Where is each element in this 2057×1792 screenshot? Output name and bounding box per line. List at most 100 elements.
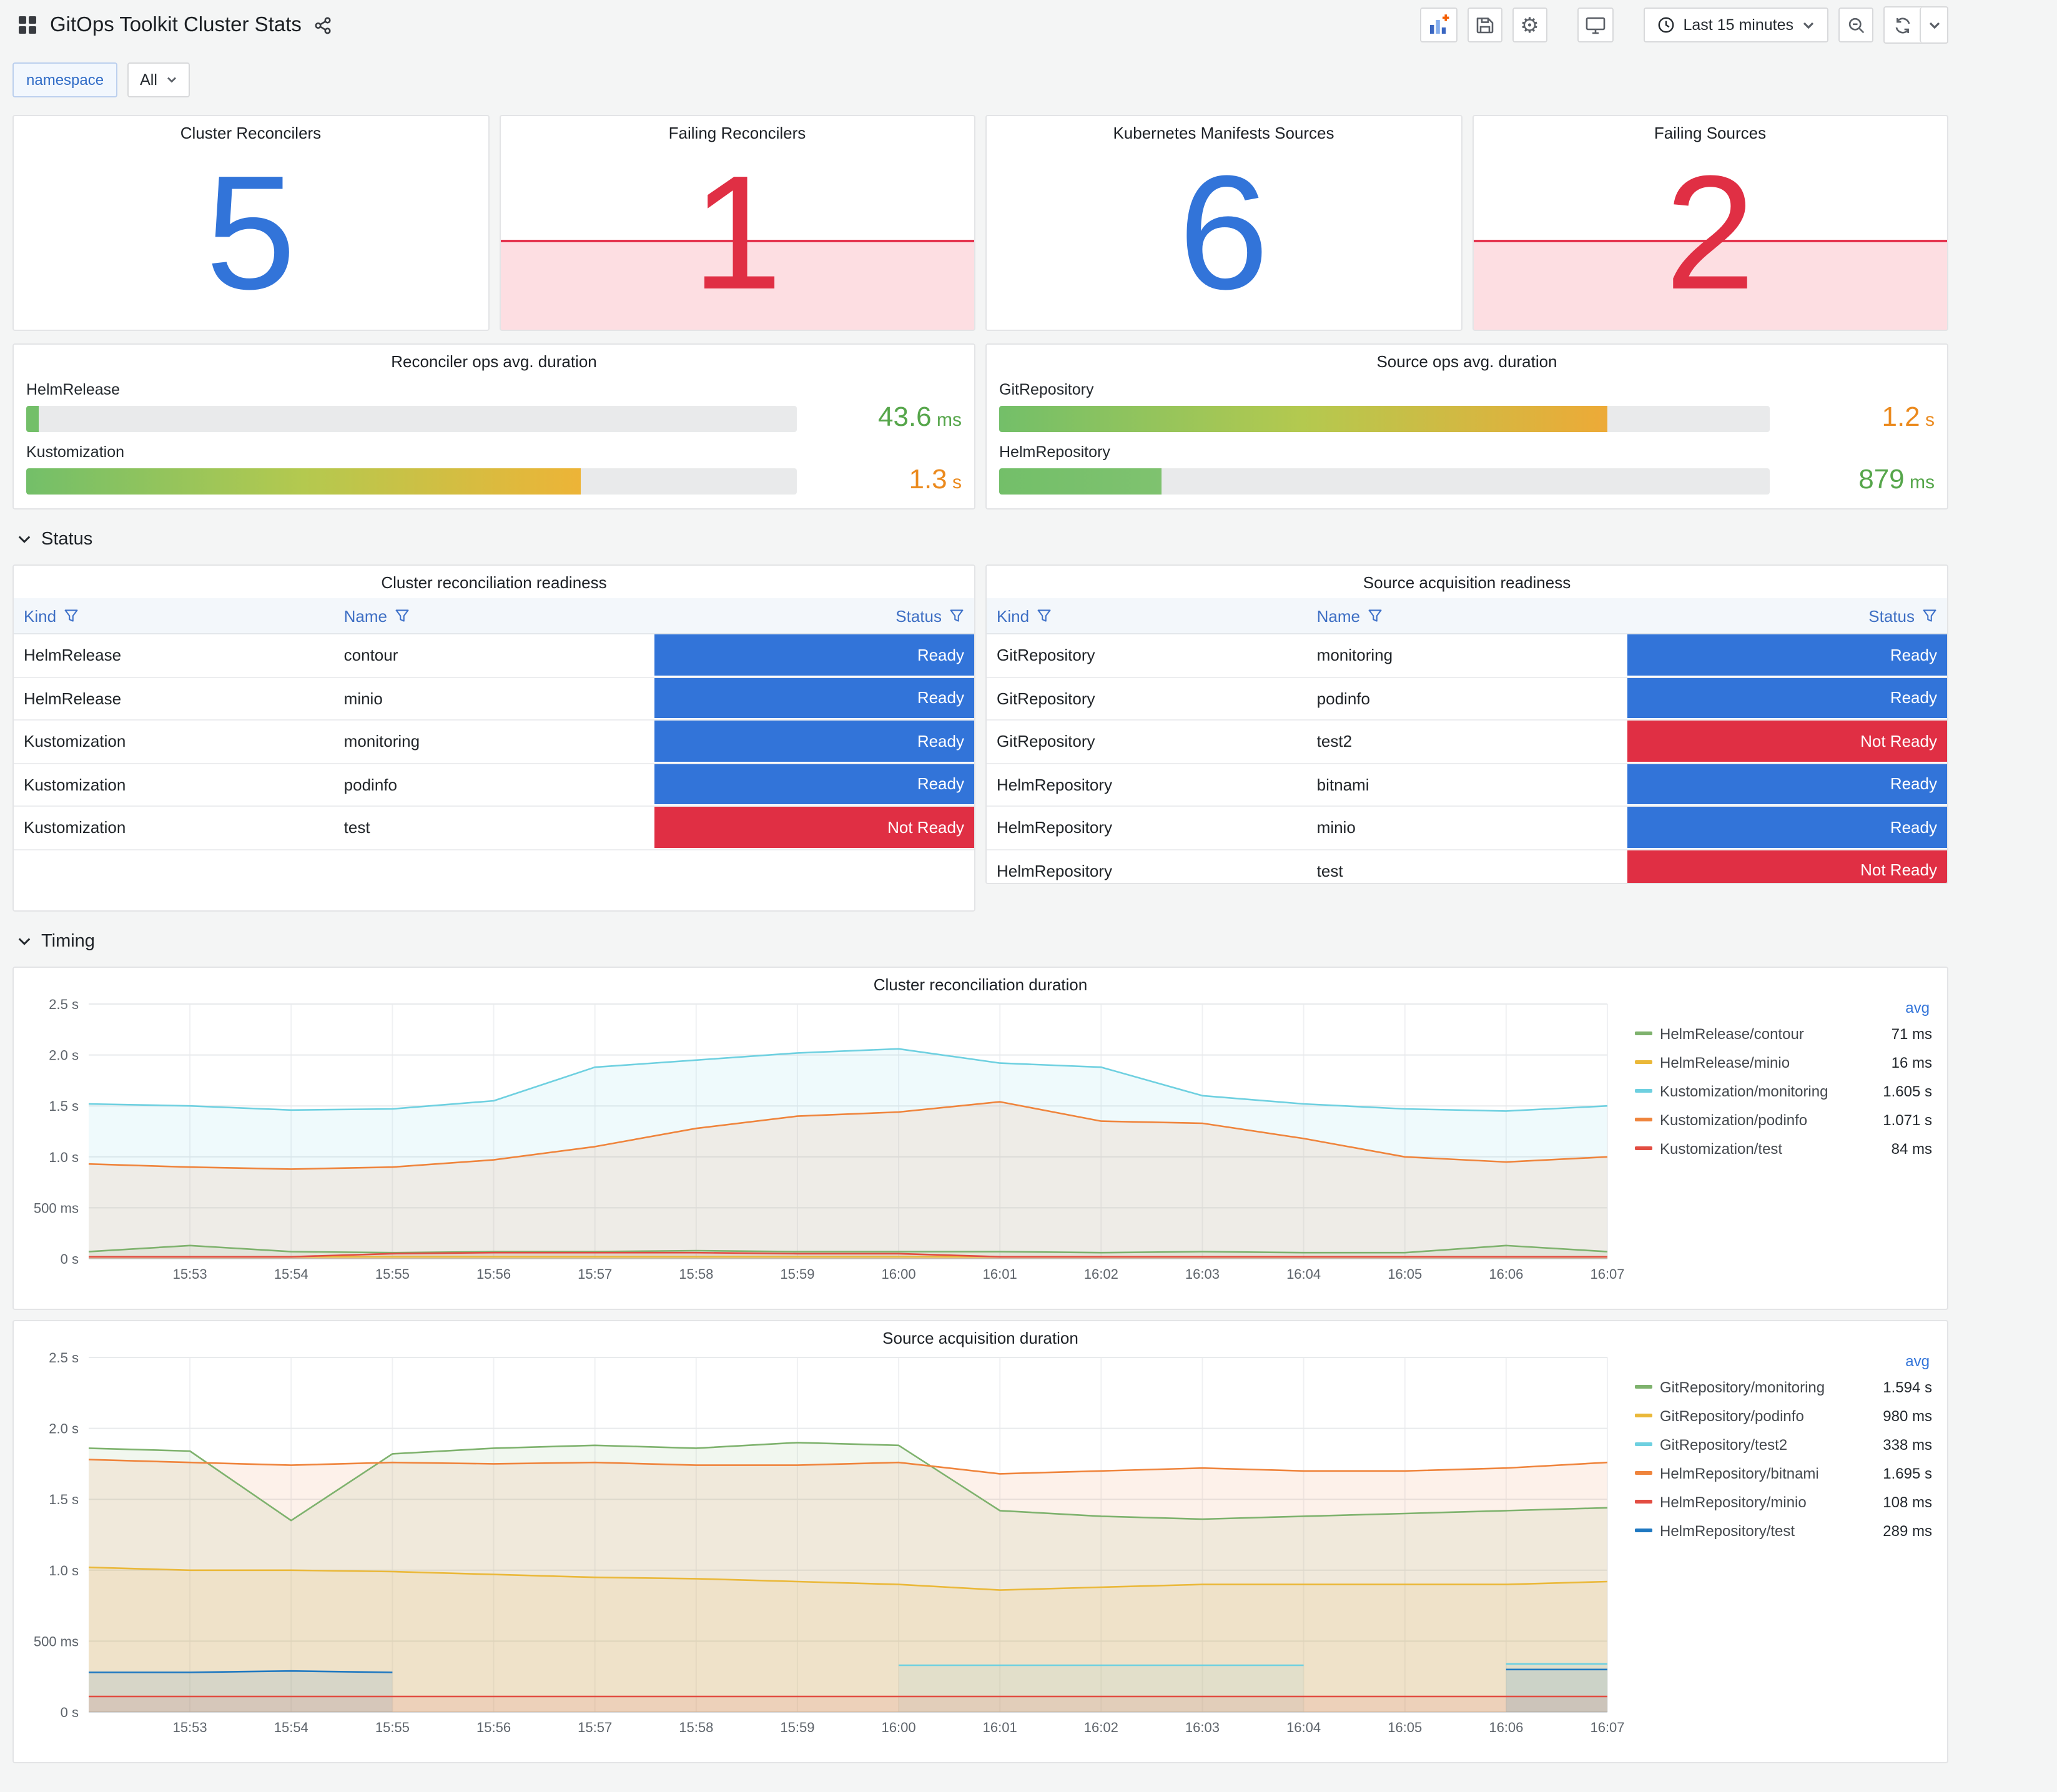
cell-name: contour [343,646,398,665]
series-color-icon [1635,1060,1652,1064]
bargauge-row: Kustomization 1.3 s [26,443,962,496]
column-header-name[interactable]: Name [334,598,654,633]
column-header-status[interactable]: Status [654,598,974,633]
legend-item[interactable]: HelmRepository/test 289 ms [1635,1516,1932,1545]
variable-value-dropdown[interactable]: All [127,62,190,97]
bargauge-panel: Reconciler ops avg. duration HelmRelease 4… [12,343,975,510]
clock-icon [1657,16,1675,34]
stat-value: 5 [205,140,296,323]
table-row: GitRepository podinfo Ready [987,677,1947,721]
add-panel-icon [1428,14,1450,36]
svg-text:16:03: 16:03 [1185,1266,1220,1282]
series-name: HelmRepository/minio [1660,1493,1807,1510]
legend-item[interactable]: GitRepository/monitoring 1.594 s [1635,1372,1932,1401]
add-panel-button[interactable] [1419,7,1458,42]
column-header-label: Kind [997,606,1030,625]
save-dashboard-button[interactable] [1467,7,1502,42]
series-avg-value: 71 ms [1891,1025,1932,1042]
panel-title: Source acquisition readiness [1363,573,1571,592]
dashboard-settings-button[interactable]: ⚙ [1512,7,1547,42]
cell-kind: HelmRelease [24,646,122,665]
svg-text:15:56: 15:56 [476,1266,511,1282]
filter-icon[interactable] [949,608,964,623]
share-icon[interactable] [314,16,333,34]
panel-title: Source acquisition duration [882,1329,1078,1347]
filter-icon[interactable] [1368,608,1383,623]
legend-item[interactable]: HelmRepository/bitnami 1.695 s [1635,1459,1932,1487]
time-range-picker[interactable]: Last 15 minutes [1643,7,1828,42]
cell-name: test [1316,861,1343,880]
svg-text:15:56: 15:56 [476,1720,511,1735]
table-row: HelmRelease minio Ready [14,677,974,721]
series-avg-value: 108 ms [1883,1493,1932,1510]
bargauge-value: 879 ms [1787,463,1935,496]
refresh-button[interactable] [1885,7,1920,42]
legend-item[interactable]: Kustomization/monitoring 1.605 s [1635,1076,1932,1105]
filter-icon[interactable] [1037,608,1052,623]
variable-label-namespace[interactable]: namespace [12,62,118,97]
legend-item[interactable]: Kustomization/podinfo 1.071 s [1635,1105,1932,1134]
header-toolbar: ⚙ Last 15 minutes [1419,6,1948,44]
filter-icon[interactable] [395,608,410,623]
caret-down-icon [1928,21,1940,29]
column-header-status[interactable]: Status [1627,598,1947,633]
column-header-name[interactable]: Name [1307,598,1627,633]
cell-name: test2 [1316,732,1353,751]
series-name: GitRepository/podinfo [1660,1407,1804,1424]
legend-item[interactable]: GitRepository/podinfo 980 ms [1635,1401,1932,1430]
refresh-interval-dropdown[interactable] [1920,7,1947,42]
bargauge-value: 43.6 ms [814,403,962,433]
zoom-out-button[interactable] [1838,7,1873,42]
legend-item[interactable]: HelmRelease/minio 16 ms [1635,1048,1932,1076]
stat-value: 2 [1665,140,1755,323]
variable-selected-value: All [140,71,157,89]
bargauge-unit: ms [931,410,962,431]
cell-name: minio [343,689,383,708]
series-avg-value: 1.695 s [1883,1464,1932,1482]
cycle-view-button[interactable] [1577,7,1614,42]
column-header-kind[interactable]: Kind [14,598,334,633]
refresh-button-group [1883,6,1948,44]
save-icon [1475,15,1495,35]
legend-avg-header[interactable]: avg [1635,1352,1932,1370]
series-name: HelmRelease/minio [1660,1053,1790,1071]
legend-avg-header[interactable]: avg [1635,999,1932,1017]
time-series-plot[interactable]: 15:53 15:54 15:55 15:56 15:57 15:58 15:59 16:00… [24,1347,1625,1752]
bargauge-number: 879 [1858,463,1905,495]
column-header-kind[interactable]: Kind [987,598,1307,633]
table-row: HelmRepository bitnami Ready [987,764,1947,807]
legend-item[interactable]: HelmRelease/contour 71 ms [1635,1019,1932,1048]
cell-status: Ready [1627,807,1947,847]
time-series-plot[interactable]: 15:53 15:54 15:55 15:56 15:57 15:58 15:59 16:00… [24,994,1625,1299]
bargauge-bar [999,405,1608,431]
series-name: HelmRelease/contour [1660,1025,1804,1042]
bargauge-number: 43.6 [878,401,932,432]
cell-status: Ready [654,721,974,761]
cell-name: podinfo [343,775,397,794]
svg-text:1.0 s: 1.0 s [49,1150,79,1165]
table-row: HelmRelease contour Ready [14,634,974,677]
series-avg-value: 16 ms [1891,1053,1932,1071]
svg-text:15:54: 15:54 [274,1720,308,1735]
svg-text:15:55: 15:55 [375,1720,410,1735]
cell-name: monitoring [343,732,420,751]
svg-text:15:57: 15:57 [578,1266,612,1282]
legend-item[interactable]: Kustomization/test 84 ms [1635,1134,1932,1163]
series-color-icon [1635,1031,1652,1035]
stat-panel: Kubernetes Manifests Sources 6 [985,115,1462,331]
bargauge-bar [26,405,39,431]
cell-kind: Kustomization [24,732,126,751]
bargauge-track [26,405,797,431]
section-row-status[interactable]: Status [17,527,1948,552]
table-row: Kustomization podinfo Ready [14,764,974,807]
series-avg-value: 1.071 s [1883,1111,1932,1128]
legend-item[interactable]: GitRepository/test2 338 ms [1635,1430,1932,1459]
settings-icon: ⚙ [1520,13,1539,37]
filter-icon[interactable] [64,608,79,623]
legend-item[interactable]: HelmRepository/minio 108 ms [1635,1487,1932,1516]
section-row-timing[interactable]: Timing [17,929,1948,954]
bargauge-unit: s [947,472,962,493]
table-row: HelmRepository minio Ready [987,807,1947,850]
dashboard-grid-icon[interactable] [17,15,37,35]
filter-icon[interactable] [1922,608,1937,623]
